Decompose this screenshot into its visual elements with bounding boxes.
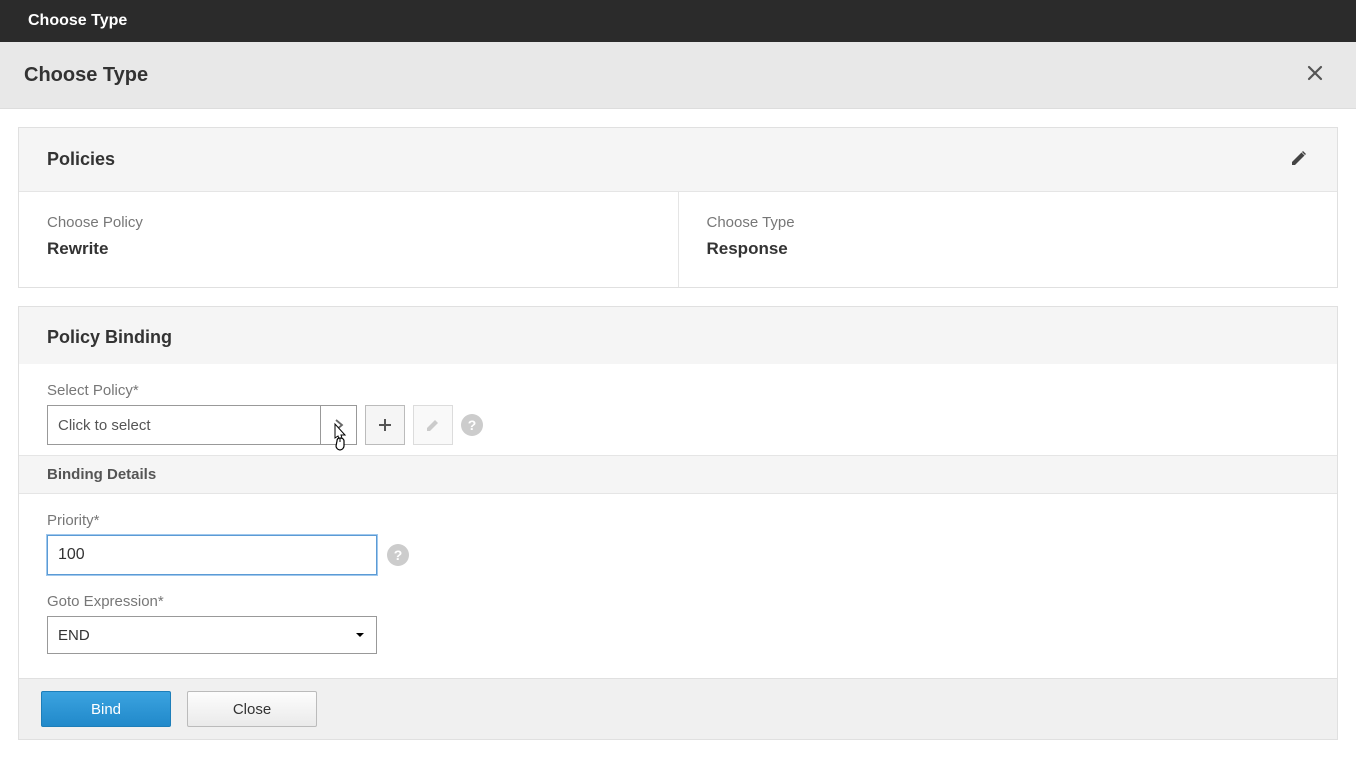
add-button[interactable] bbox=[365, 405, 405, 445]
close-icon[interactable] bbox=[1298, 58, 1332, 92]
help-icon[interactable]: ? bbox=[461, 414, 483, 436]
plus-icon bbox=[377, 417, 393, 433]
priority-input[interactable] bbox=[47, 535, 377, 575]
top-bar-title: Choose Type bbox=[28, 12, 127, 29]
select-policy-section: Select Policy* Click to select bbox=[19, 364, 1337, 455]
select-policy-dropdown[interactable]: Click to select bbox=[47, 405, 357, 445]
chevron-right-icon bbox=[320, 406, 356, 444]
binding-details-section: Priority* ? Goto Expression* END bbox=[19, 494, 1337, 678]
policies-row: Choose Policy Rewrite Choose Type Respon… bbox=[19, 192, 1337, 287]
choose-type-label: Choose Type bbox=[707, 214, 1310, 231]
header-bar: Choose Type bbox=[0, 42, 1356, 109]
priority-row: ? bbox=[47, 535, 1309, 575]
binding-details-header: Binding Details bbox=[19, 455, 1337, 494]
bind-button[interactable]: Bind bbox=[41, 691, 171, 727]
policies-panel-header: Policies bbox=[19, 128, 1337, 192]
choose-type-col: Choose Type Response bbox=[679, 192, 1338, 287]
top-bar: Choose Type bbox=[0, 0, 1356, 42]
goto-expression-select[interactable]: END bbox=[47, 616, 377, 654]
close-button[interactable]: Close bbox=[187, 691, 317, 727]
goto-expression-row: END bbox=[47, 616, 1309, 654]
select-policy-row: Click to select bbox=[47, 405, 1309, 445]
goto-expression-label: Goto Expression* bbox=[47, 593, 1309, 610]
policies-header-title: Policies bbox=[47, 149, 115, 170]
pencil-icon bbox=[425, 417, 441, 433]
choose-policy-label: Choose Policy bbox=[47, 214, 650, 231]
binding-details-title: Binding Details bbox=[47, 466, 156, 483]
policies-panel: Policies Choose Policy Rewrite Choose Ty… bbox=[18, 127, 1338, 288]
select-policy-placeholder: Click to select bbox=[48, 406, 320, 444]
choose-policy-col: Choose Policy Rewrite bbox=[19, 192, 679, 287]
policy-binding-title: Policy Binding bbox=[47, 327, 172, 347]
select-policy-label: Select Policy* bbox=[47, 382, 1309, 399]
choose-policy-value: Rewrite bbox=[47, 239, 650, 259]
page-title: Choose Type bbox=[24, 64, 148, 87]
content-area: Policies Choose Policy Rewrite Choose Ty… bbox=[0, 109, 1356, 740]
footer-bar: Bind Close bbox=[19, 678, 1337, 739]
policy-binding-panel: Policy Binding Select Policy* Click to s… bbox=[18, 306, 1338, 740]
edit-button bbox=[413, 405, 453, 445]
priority-label: Priority* bbox=[47, 512, 1309, 529]
policy-binding-header: Policy Binding bbox=[19, 307, 1337, 364]
edit-icon[interactable] bbox=[1289, 148, 1309, 171]
choose-type-value: Response bbox=[707, 239, 1310, 259]
help-icon[interactable]: ? bbox=[387, 544, 409, 566]
